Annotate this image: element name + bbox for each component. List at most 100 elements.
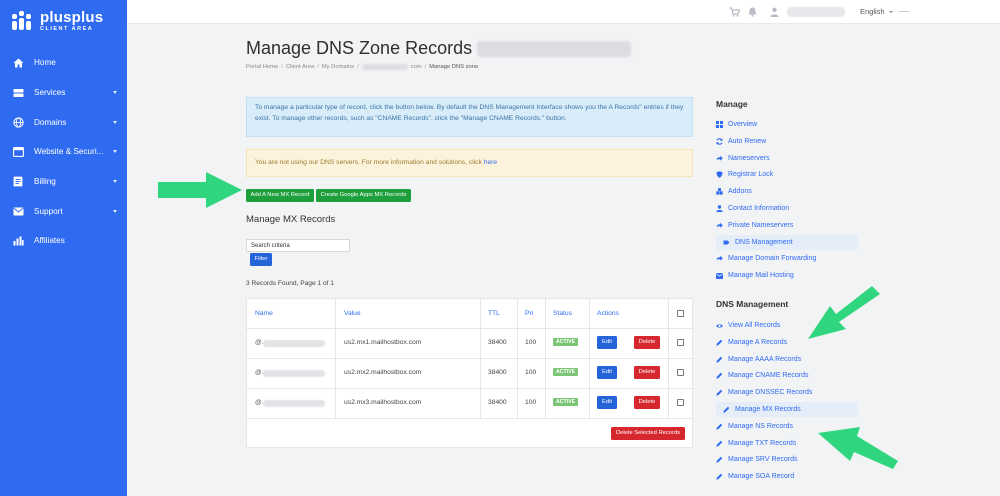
manage-heading: Manage	[716, 99, 748, 109]
manage-menu-item-manage-domain-forwarding[interactable]: Manage Domain Forwarding	[716, 255, 816, 262]
record-ttl: 38400	[488, 399, 507, 406]
info-alert: To manage a particular type of record, c…	[246, 97, 693, 137]
chevron-down-icon	[888, 10, 893, 13]
breadcrumb: Portal Home / Client Area / My Domains /…	[246, 64, 479, 70]
record-value: us2.mx3.mailhostbox.com	[344, 399, 422, 406]
manage-menu-item-auto-renew[interactable]: Auto Renew	[716, 138, 766, 145]
account-name-redacted[interactable]	[787, 7, 845, 17]
dns-menu-item-manage-ns-records[interactable]: Manage NS Records	[716, 423, 793, 430]
add-mx-record-button[interactable]: Add A New MX Record	[246, 189, 314, 202]
pencil-icon	[716, 423, 723, 430]
dns-menu-item-manage-cname-records[interactable]: Manage CNAME Records	[716, 372, 809, 379]
edit-record-button[interactable]: Edit	[597, 396, 617, 409]
shield-icon	[716, 171, 723, 179]
delete-record-button[interactable]: Delete	[634, 396, 660, 409]
select-all-checkbox[interactable]	[677, 310, 684, 317]
breadcrumb-client-area[interactable]: Client Area	[286, 64, 314, 70]
browser-icon	[12, 146, 24, 158]
dns-menu-item-manage-srv-records[interactable]: Manage SRV Records	[716, 456, 798, 463]
record-name-redacted	[263, 340, 325, 347]
menu-item-label: Overview	[728, 121, 758, 128]
dns-menu-item-manage-mx-records[interactable]: Manage MX Records	[723, 406, 801, 413]
manage-menu-item-dns-management[interactable]: DNS Management	[723, 239, 793, 246]
menu-item-label: Contact Information	[728, 205, 790, 212]
filter-button[interactable]: Filter	[250, 253, 272, 266]
chevron-down-icon	[113, 180, 117, 184]
dns-management-heading: DNS Management	[716, 299, 789, 309]
menu-item-label: View All Records	[728, 322, 781, 329]
dns-menu-item-manage-dnssec-records[interactable]: Manage DNSSEC Records	[716, 389, 812, 396]
column-header-ttl: TTL	[488, 310, 500, 317]
sidebar-item-billing[interactable]: Billing	[0, 167, 127, 197]
server-icon	[12, 87, 24, 99]
breadcrumb-domain-redacted[interactable]	[361, 64, 408, 70]
delete-record-button[interactable]: Delete	[634, 366, 660, 379]
user-icon[interactable]	[770, 7, 779, 17]
envelope-icon	[12, 205, 24, 217]
chevron-down-icon	[113, 91, 117, 95]
menu-item-label: Manage DNSSEC Records	[728, 389, 813, 397]
menu-item-label: Manage A Records	[728, 338, 788, 346]
delete-record-button[interactable]: Delete	[634, 336, 660, 349]
sidebar-item-services[interactable]: Services	[0, 78, 127, 108]
sidebar-item-website-securi[interactable]: Website & Securi...	[0, 137, 127, 167]
sidebar-item-label: Services	[34, 88, 66, 98]
record-pri: 100	[525, 369, 537, 376]
row-select-checkbox[interactable]	[677, 369, 684, 376]
delete-selected-records-button[interactable]: Delete Selected Records	[611, 427, 685, 440]
brand-logo[interactable]: plusplus CLIENT AREA	[12, 10, 103, 33]
dns-menu-item-view-all-records[interactable]: View All Records	[716, 322, 780, 329]
manage-menu-item-overview[interactable]: Overview	[716, 121, 757, 128]
dns-menu-item-manage-txt-records[interactable]: Manage TXT Records	[716, 440, 796, 447]
sidebar-item-home[interactable]: Home	[0, 48, 127, 78]
manage-menu-item-private-nameservers[interactable]: Private Nameservers	[716, 222, 793, 229]
manage-menu-item-addons[interactable]: Addons	[716, 188, 752, 195]
chart-icon	[12, 235, 24, 247]
menu-item-label: Registrar Lock	[728, 171, 774, 179]
pencil-icon	[716, 356, 723, 363]
sidebar-item-support[interactable]: Support	[0, 196, 127, 226]
cart-icon[interactable]	[729, 7, 740, 17]
search-input[interactable]: Search criteria	[246, 239, 350, 252]
row-select-checkbox[interactable]	[677, 339, 684, 346]
grid-icon	[716, 121, 723, 128]
manage-menu-item-nameservers[interactable]: Nameservers	[716, 155, 770, 162]
bell-icon[interactable]	[748, 7, 757, 17]
sidebar-nav: Home Services Domains Website & Securi..…	[0, 48, 127, 256]
brand-name: plusplus	[40, 9, 104, 26]
records-found-text: 3 Records Found, Page 1 of 1	[246, 280, 334, 287]
row-select-checkbox[interactable]	[677, 399, 684, 406]
user-icon	[716, 205, 723, 212]
chevron-down-icon	[113, 150, 117, 154]
edit-record-button[interactable]: Edit	[597, 336, 617, 349]
create-google-apps-mx-button[interactable]: Create Google Apps MX Records	[316, 189, 411, 202]
column-header-name: Name	[255, 310, 273, 317]
manage-menu-item-contact-information[interactable]: Contact Information	[716, 205, 789, 212]
dns-menu-item-manage-soa-record[interactable]: Manage SOA Record	[716, 473, 794, 480]
sidebar-item-domains[interactable]: Domains	[0, 107, 127, 137]
record-pri: 100	[525, 339, 537, 346]
sidebar: plusplus CLIENT AREA Home Services Domai…	[0, 0, 127, 496]
warning-link[interactable]: here	[484, 159, 497, 166]
dns-menu-item-manage-a-records[interactable]: Manage A Records	[716, 339, 787, 346]
breadcrumb-portal-home[interactable]: Portal Home	[246, 64, 278, 70]
sidebar-item-affiliates[interactable]: Affiliates	[0, 226, 127, 256]
pencil-icon	[723, 406, 730, 413]
manage-menu-item-manage-mail-hosting[interactable]: Manage Mail Hosting	[716, 272, 794, 279]
annotation-arrow-bottom-icon	[818, 427, 898, 469]
edit-record-button[interactable]: Edit	[597, 366, 617, 379]
sidebar-item-label: Billing	[34, 177, 56, 187]
brand-subtitle: CLIENT AREA	[40, 26, 94, 32]
annotation-arrow-left-icon	[158, 172, 242, 208]
arrow-right-icon	[716, 155, 723, 162]
sidebar-item-label: Domains	[34, 117, 67, 127]
warning-text: You are not using our DNS servers. For m…	[255, 159, 482, 166]
breadcrumb-my-domains[interactable]: My Domains	[322, 64, 354, 70]
language-selector[interactable]: English	[860, 7, 909, 16]
menu-item-label: Manage Mail Hosting	[728, 272, 794, 280]
manage-menu-item-registrar-lock[interactable]: Registrar Lock	[716, 171, 773, 178]
status-badge: ACTIVE	[553, 398, 579, 406]
breadcrumb-domain-suffix[interactable]: com	[411, 64, 422, 70]
dns-menu-item-manage-aaaa-records[interactable]: Manage AAAA Records	[716, 356, 801, 363]
menu-item-label: Auto Renew	[728, 137, 767, 145]
